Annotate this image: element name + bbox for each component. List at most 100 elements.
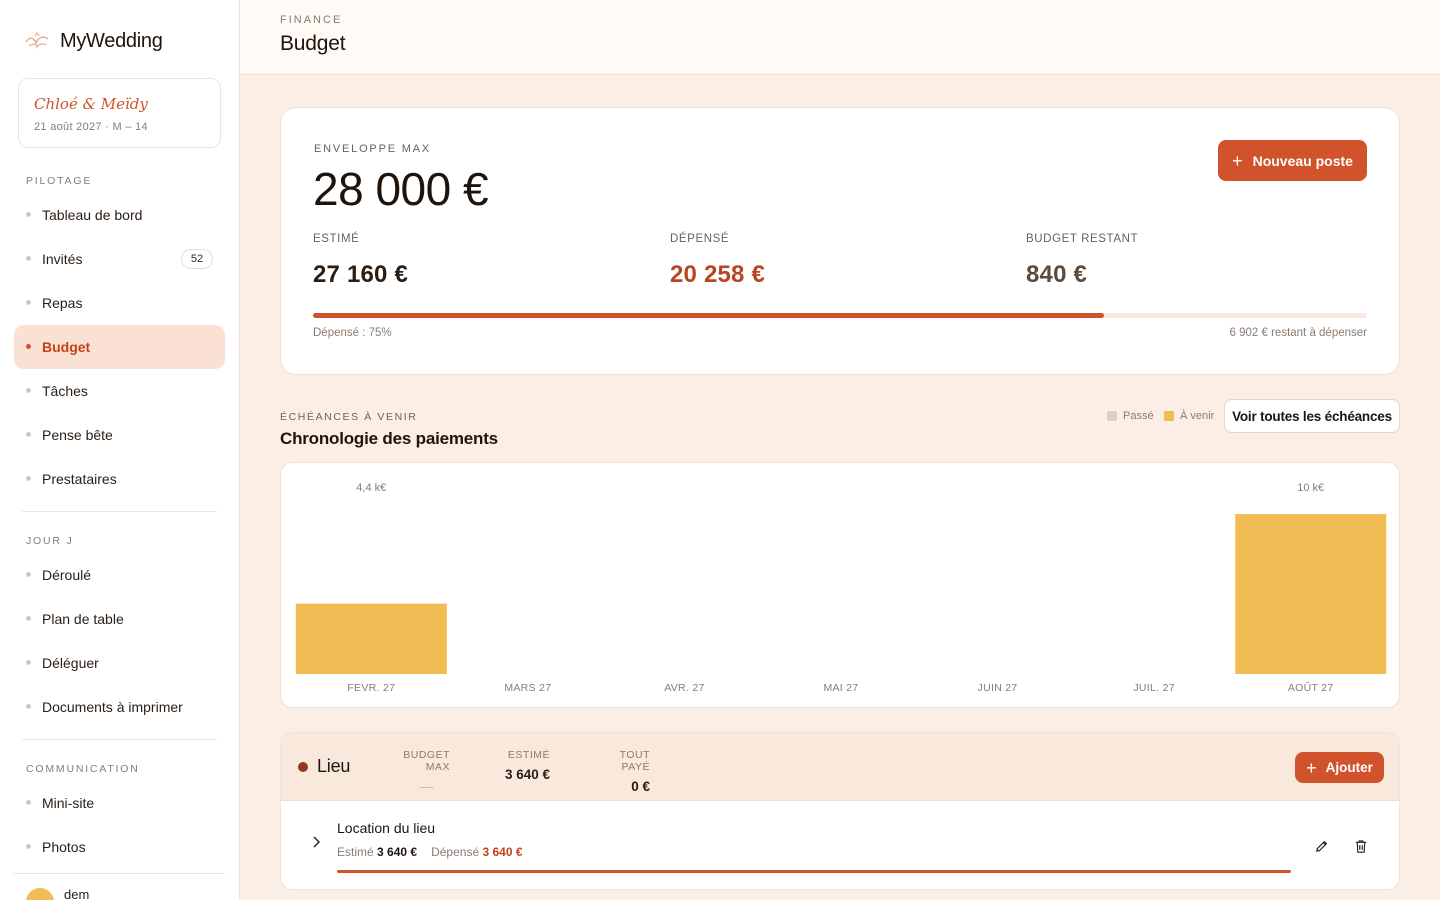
- envelope-label: ENVELOPPE MAX: [314, 143, 431, 155]
- bullet-dot: [26, 800, 31, 805]
- bullet-dot: [26, 704, 31, 709]
- budget-category-card: Lieu BUDGET MAX — ESTIMÉ 3 640 € TOUT PA…: [280, 732, 1400, 890]
- couple-card[interactable]: Chloé & Meïdy 21 août 2027 · M – 14: [18, 78, 221, 148]
- couple-name: Chloé & Meïdy: [34, 95, 148, 113]
- stat-spent: DÉPENSÉ 20 258 €: [670, 233, 765, 289]
- legend-swatch-past: [1107, 411, 1117, 421]
- sidebar: MyWedding Chloé & Meïdy 21 août 2027 · M…: [0, 0, 240, 900]
- page-kicker: FINANCE: [280, 14, 343, 26]
- chart-x-tick-label: MARS 27: [504, 682, 551, 694]
- brand[interactable]: MyWedding: [24, 28, 163, 54]
- sidebar-item-tableau-de-bord[interactable]: Tableau de bord: [14, 193, 225, 237]
- chart-x-tick-label: AVR. 27: [664, 682, 704, 694]
- legend-upcoming: À venir: [1164, 410, 1214, 422]
- category-name: Lieu: [317, 756, 351, 776]
- col-value: 0 €: [631, 779, 650, 794]
- sidebar-item-deleguer[interactable]: Déléguer: [14, 641, 225, 685]
- bullet-dot: [26, 432, 31, 437]
- chart-x-tick-label: MAI 27: [823, 682, 858, 694]
- page-title: Budget: [280, 32, 346, 55]
- view-all-payments-button[interactable]: Voir toutes les échéances: [1224, 399, 1400, 433]
- guest-count-badge: 52: [181, 249, 213, 269]
- sidebar-item-label: Budget: [42, 339, 91, 355]
- budget-overview-card: ENVELOPPE MAX 28 000 € + Nouveau poste E…: [280, 107, 1400, 375]
- spent-percent-text: Dépensé : 75%: [313, 327, 392, 339]
- legend-label: À venir: [1180, 410, 1215, 422]
- bullet-dot: [26, 300, 31, 305]
- payments-chart-card: 4,4 k€ FEVR. 27 MARS 27 AVR. 27 MAI 27 JUIN 2…: [280, 462, 1400, 708]
- sidebar-item-taches[interactable]: Tâches: [14, 369, 225, 413]
- col-label: BUDGET MAX: [403, 749, 450, 773]
- stat-label: BUDGET RESTANT: [1026, 233, 1139, 245]
- new-item-button[interactable]: + Nouveau poste: [1218, 140, 1367, 181]
- app-name: MyWedding: [60, 29, 163, 52]
- legend-past: Passé: [1107, 410, 1154, 422]
- sidebar-item-label: Plan de table: [42, 611, 124, 627]
- plus-icon: +: [1306, 757, 1317, 778]
- sidebar-item-pense-bete[interactable]: Pense bête: [14, 413, 225, 457]
- expense-progress-bar: [337, 870, 1291, 873]
- envelope-value: 28 000 €: [313, 163, 489, 215]
- chart-x-tick-label: JUIL. 27: [1133, 682, 1175, 694]
- col-value: —: [419, 779, 434, 794]
- stat-label: ESTIMÉ: [313, 233, 360, 245]
- col-label: TOUT PAYÉ: [619, 749, 650, 773]
- sidebar-item-label: Déroulé: [42, 567, 92, 583]
- sidebar-item-label: Tâches: [42, 383, 88, 399]
- stat-remaining: BUDGET RESTANT 840 €: [1026, 233, 1138, 289]
- sidebar-item-budget[interactable]: Budget: [14, 325, 225, 369]
- chart-bar[interactable]: [295, 603, 447, 674]
- sidebar-item-label: Déléguer: [42, 655, 99, 671]
- user-profile[interactable]: dem: [26, 886, 90, 900]
- col-label: ESTIMÉ: [507, 749, 550, 761]
- new-item-button-label: Nouveau poste: [1252, 152, 1353, 169]
- sidebar-item-deroule[interactable]: Déroulé: [14, 553, 225, 597]
- legend-label: Passé: [1123, 410, 1154, 422]
- sidebar-item-invites[interactable]: Invités 52: [14, 237, 225, 281]
- payments-title: Chronologie des paiements: [280, 429, 498, 448]
- expense-summary: Estimé 3 640 € Dépensé 3 640 €: [337, 845, 523, 859]
- sidebar-item-documents[interactable]: Documents à imprimer: [14, 685, 225, 729]
- avatar: [26, 888, 54, 900]
- sidebar-item-repas[interactable]: Repas: [14, 281, 225, 325]
- edit-icon[interactable]: [1311, 836, 1331, 856]
- stat-value: 20 258 €: [670, 261, 766, 288]
- trash-icon[interactable]: [1351, 836, 1371, 856]
- chart-data-label: 4,4 k€: [356, 482, 386, 494]
- sidebar-item-label: Invités: [42, 251, 83, 267]
- category-color-dot: [298, 762, 308, 772]
- bullet-dot: [26, 344, 31, 349]
- spent-progress-fill: [313, 313, 1104, 318]
- expense-estimated-label: Estimé: [337, 845, 374, 859]
- category-budget-max: BUDGET MAX —: [383, 749, 450, 794]
- chart-x-tick-label: AOÛT 27: [1288, 681, 1334, 694]
- page-header: FINANCE Budget: [240, 0, 1440, 75]
- remaining-to-spend-text: 6 902 € restant à dépenser: [1229, 327, 1367, 339]
- expense-estimated: Estimé 3 640 €: [337, 845, 417, 859]
- spent-progress-bar: [313, 313, 1367, 318]
- bullet-dot: [26, 572, 31, 577]
- bullet-dot: [26, 660, 31, 665]
- section-label-pilotage: PILOTAGE: [26, 175, 93, 187]
- sidebar-divider: [22, 739, 217, 740]
- sidebar-item-label: Prestataires: [42, 471, 117, 487]
- chevron-right-icon[interactable]: [311, 835, 321, 853]
- expense-title: Location du lieu: [337, 820, 436, 836]
- section-label-communication: COMMUNICATION: [26, 763, 140, 775]
- add-expense-button[interactable]: + Ajouter: [1295, 752, 1384, 783]
- chart-bar[interactable]: [1235, 514, 1387, 674]
- legend-swatch-upcoming: [1164, 411, 1174, 421]
- sidebar-item-prestataires[interactable]: Prestataires: [14, 457, 225, 501]
- category-estimated: ESTIMÉ 3 640 €: [491, 749, 550, 782]
- category-header[interactable]: Lieu BUDGET MAX — ESTIMÉ 3 640 € TOUT PA…: [281, 733, 1399, 801]
- wedding-date: 21 août 2027 · M – 14: [34, 121, 148, 133]
- sidebar-item-plan-de-table[interactable]: Plan de table: [14, 597, 225, 641]
- bullet-dot: [26, 388, 31, 393]
- expense-estimated-value: 3 640 €: [377, 845, 418, 859]
- sidebar-item-label: Photos: [42, 839, 86, 855]
- sidebar-item-photos[interactable]: Photos: [14, 825, 225, 869]
- bullet-dot: [26, 844, 31, 849]
- section-label-jour-j: JOUR J: [26, 535, 74, 547]
- sidebar-item-mini-site[interactable]: Mini-site: [14, 781, 225, 825]
- user-name: dem: [64, 886, 90, 900]
